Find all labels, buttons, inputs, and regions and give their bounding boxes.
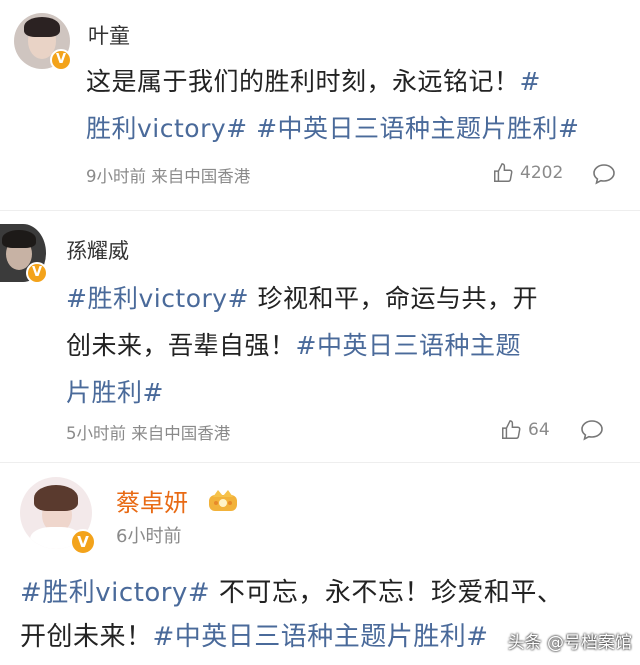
comment-icon <box>593 164 615 185</box>
post-meta: 9小时前 来自中国香港 <box>86 167 251 186</box>
verified-badge-icon: V <box>70 529 96 555</box>
hashtag-victory[interactable]: #胜利victory# <box>20 578 210 608</box>
thumbs-up-icon <box>502 420 521 439</box>
post-text: #胜利victory# 珍视和平，命运与共，开 创未来，吾辈自强！#中英日三语种… <box>66 275 626 416</box>
post-time: 6小时前 <box>116 526 182 547</box>
verified-badge-icon: V <box>26 262 48 284</box>
thumbs-up-icon <box>494 163 513 182</box>
hashtag-victory[interactable]: # <box>520 67 541 96</box>
post-text: 这是属于我们的胜利时刻，永远铭记！# 胜利victory# #中英日三语种主题片… <box>86 58 626 152</box>
post-text-plain-2: 创未来，吾辈自强！ <box>66 331 296 360</box>
user-name[interactable]: 叶童 <box>88 20 130 50</box>
hashtag-victory-cont[interactable]: 胜利victory# <box>86 114 248 143</box>
user-name[interactable]: 蔡卓妍 <box>116 483 188 518</box>
hashtag-theme[interactable]: #中英日三语种主题片胜利# <box>256 114 579 143</box>
hashtag-theme-cont[interactable]: 片胜利# <box>66 378 164 407</box>
post-meta: 5小时前 来自中国香港 <box>66 424 231 443</box>
like-button[interactable]: 64 <box>500 419 550 441</box>
hashtag-victory[interactable]: #胜利victory# <box>66 284 249 313</box>
watermark-text: 头条 @号档案馆 <box>507 633 632 653</box>
post-1: V 叶童 这是属于我们的胜利时刻，永远铭记！# 胜利victory# #中英日三… <box>0 0 640 205</box>
comment-button[interactable] <box>580 419 604 441</box>
divider <box>0 462 640 463</box>
verified-badge-icon: V <box>50 49 72 71</box>
user-name[interactable]: 孫耀威 <box>66 235 129 265</box>
like-count: 64 <box>528 420 550 440</box>
post-text-plain: 珍视和平，命运与共，开 <box>249 284 539 313</box>
vip-crown-icon <box>206 485 240 517</box>
watermark: 头条 @号档案馆 <box>508 628 632 653</box>
comment-button[interactable] <box>592 163 616 185</box>
like-button[interactable]: 4202 <box>492 162 563 184</box>
hashtag-theme[interactable]: #中英日三语种主题片胜利# <box>153 622 489 652</box>
post-text-plain: 不可忘，永不忘！珍爱和平、 <box>210 578 564 608</box>
like-count: 4202 <box>520 163 564 183</box>
divider <box>0 210 640 211</box>
comment-icon <box>581 420 603 441</box>
post-text-plain-2: 开创未来！ <box>20 622 153 652</box>
post-2: V 孫耀威 #胜利victory# 珍视和平，命运与共，开 创未来，吾辈自强！#… <box>0 215 640 465</box>
post-text-plain: 这是属于我们的胜利时刻，永远铭记！ <box>86 67 520 96</box>
hashtag-theme[interactable]: #中英日三语种主题 <box>296 331 521 360</box>
